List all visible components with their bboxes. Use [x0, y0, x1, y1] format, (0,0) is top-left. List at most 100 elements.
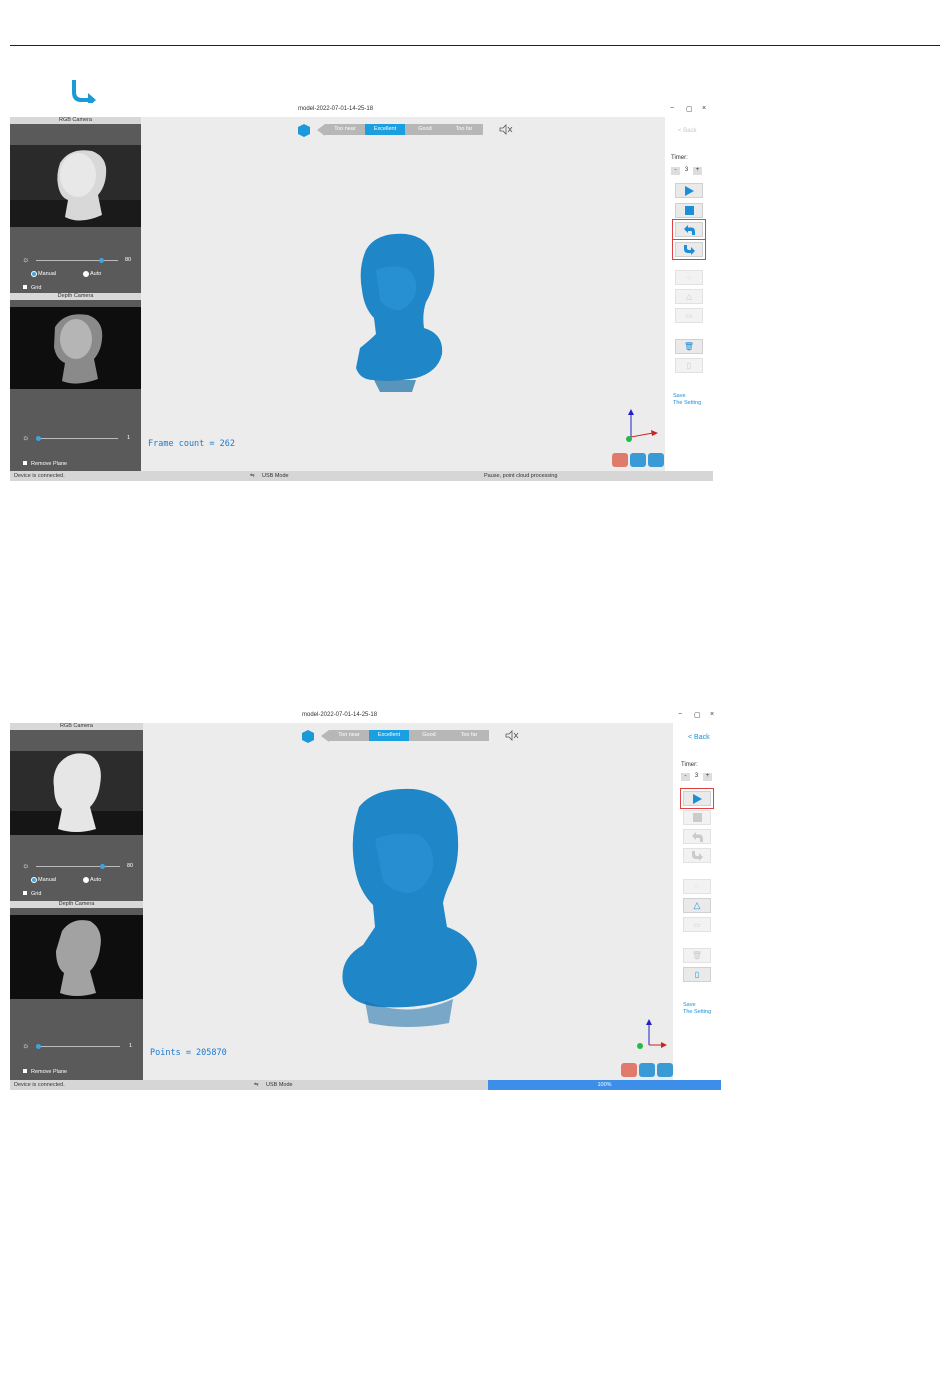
status-device: Device is connected.	[14, 473, 65, 479]
remove-plane-label: Remove Plane	[31, 461, 68, 467]
file-icon: ▯	[686, 361, 692, 370]
exposure-slider[interactable]	[36, 866, 120, 867]
monitor-icon[interactable]	[639, 1063, 655, 1077]
save-file-button[interactable]: ▯	[683, 967, 711, 982]
timer-stepper[interactable]: - 3 +	[671, 167, 702, 175]
undo-button[interactable]	[683, 829, 711, 844]
3d-viewport[interactable]: Too near Excellent Good Too far Frame co…	[141, 117, 665, 471]
monitor-icon[interactable]	[630, 453, 646, 467]
exposure-slider[interactable]	[36, 260, 118, 261]
back-link[interactable]: < Back	[678, 128, 697, 134]
auto-radio[interactable]	[83, 877, 89, 883]
depth-slider[interactable]	[36, 438, 118, 439]
excellent-label: Excellent	[365, 124, 405, 135]
manual-radio[interactable]	[31, 271, 37, 277]
timer-plus-button[interactable]: +	[693, 167, 702, 175]
exposure-slider-knob[interactable]	[100, 864, 105, 869]
window-title: model-2022-07-01-14-25-18	[298, 106, 374, 112]
processing-progress-bar: 100%	[488, 1080, 721, 1090]
depth-slider-knob[interactable]	[36, 1044, 41, 1049]
texture-button[interactable]: ▭	[683, 917, 711, 932]
mode-icons	[621, 1063, 673, 1077]
timer-stepper[interactable]: - 3 +	[681, 773, 712, 781]
timer-plus-button[interactable]: +	[703, 773, 712, 781]
start-scan-button[interactable]	[675, 183, 703, 198]
close-icon[interactable]: ×	[702, 105, 706, 112]
timer-label: Timer:	[681, 762, 698, 768]
grid-label: Grid	[31, 891, 42, 897]
timer-label: Timer:	[671, 155, 688, 161]
rgb-camera-view	[10, 145, 141, 227]
start-scan-button[interactable]	[680, 788, 714, 809]
depth-brightness-icon: ☼	[22, 1041, 30, 1050]
undo-icon	[683, 224, 695, 235]
status-bar: Device is connected. ⇋ USB Mode 100%	[10, 1080, 721, 1090]
save-setting-line-2[interactable]: The Setting	[673, 400, 701, 406]
filter-button[interactable]: ⁘	[683, 879, 711, 894]
turntable-icon[interactable]	[612, 453, 628, 467]
frame-counter: Frame count = 262	[148, 439, 235, 449]
timer-value[interactable]: 3	[682, 167, 691, 175]
mode-icons	[612, 453, 664, 467]
mesh-button[interactable]: △	[675, 289, 703, 304]
rgb-camera-header: RGB Camera	[10, 117, 141, 124]
save-setting-line-2[interactable]: The Setting	[683, 1009, 711, 1015]
redo-button[interactable]	[672, 239, 706, 260]
save-setting-line-1[interactable]: Save	[683, 1002, 696, 1008]
distance-indicator: Too near Excellent Good Too far	[321, 730, 489, 742]
points-counter: Points = 205870	[150, 1048, 227, 1058]
point-cloud-model	[342, 788, 477, 1027]
undo-button[interactable]	[672, 219, 706, 240]
depth-slider-knob[interactable]	[36, 436, 41, 441]
depth-camera-view	[10, 307, 141, 389]
grid-row: Grid	[10, 889, 143, 899]
timer-minus-button[interactable]: -	[671, 167, 680, 175]
timer-minus-button[interactable]: -	[681, 773, 690, 781]
minimize-icon[interactable]: −	[670, 105, 674, 112]
remove-plane-checkbox[interactable]	[23, 461, 27, 465]
export-icon[interactable]	[648, 453, 664, 467]
brightness-icon: ☼	[22, 861, 30, 870]
timer-value[interactable]: 3	[692, 773, 701, 781]
depth-value: 1	[127, 435, 131, 441]
mesh-icon: △	[685, 292, 693, 301]
grid-checkbox[interactable]	[23, 285, 27, 289]
stop-scan-button[interactable]	[683, 810, 711, 825]
texture-icon: ▭	[685, 312, 693, 320]
close-icon[interactable]: ×	[710, 711, 714, 718]
cube-icon[interactable]	[298, 124, 310, 137]
remove-plane-checkbox[interactable]	[23, 1069, 27, 1073]
texture-button[interactable]: ▭	[675, 308, 703, 323]
manual-radio[interactable]	[31, 877, 37, 883]
turntable-icon[interactable]	[621, 1063, 637, 1077]
depth-camera-header: Depth Camera	[10, 293, 141, 300]
delete-button[interactable]: 🗑	[683, 948, 711, 963]
auto-radio[interactable]	[83, 271, 89, 277]
mute-icon[interactable]	[499, 124, 513, 135]
cube-icon[interactable]	[302, 730, 314, 743]
minimize-icon[interactable]: −	[678, 711, 682, 718]
depth-camera-view	[10, 915, 143, 999]
depth-exposure-row: ☼ 1	[10, 1041, 143, 1051]
export-icon[interactable]	[657, 1063, 673, 1077]
save-file-button[interactable]: ▯	[675, 358, 703, 373]
exposure-slider-knob[interactable]	[99, 258, 104, 263]
good-label: Good	[405, 124, 445, 135]
maximize-icon[interactable]: ▢	[694, 711, 701, 719]
back-link[interactable]: < Back	[688, 734, 710, 741]
save-setting-line-1[interactable]: Save	[673, 393, 686, 399]
maximize-icon[interactable]: ▢	[686, 105, 693, 113]
3d-viewport[interactable]: Too near Excellent Good Too far Points =…	[143, 723, 673, 1080]
remove-plane-row: Remove Plane	[10, 459, 141, 469]
stop-scan-button[interactable]	[675, 203, 703, 218]
mesh-icon: △	[693, 900, 701, 910]
status-bar: Device is connected. ⇋ USB Mode Pause, p…	[10, 471, 713, 481]
distance-indicator: Too near Excellent Good Too far	[317, 124, 483, 136]
depth-slider[interactable]	[36, 1046, 120, 1047]
filter-button[interactable]: ⁘	[675, 270, 703, 285]
mute-icon[interactable]	[505, 730, 519, 741]
grid-checkbox[interactable]	[23, 891, 27, 895]
delete-button[interactable]: 🗑	[675, 339, 703, 354]
redo-button[interactable]	[683, 848, 711, 863]
mesh-button[interactable]: △	[683, 898, 711, 913]
